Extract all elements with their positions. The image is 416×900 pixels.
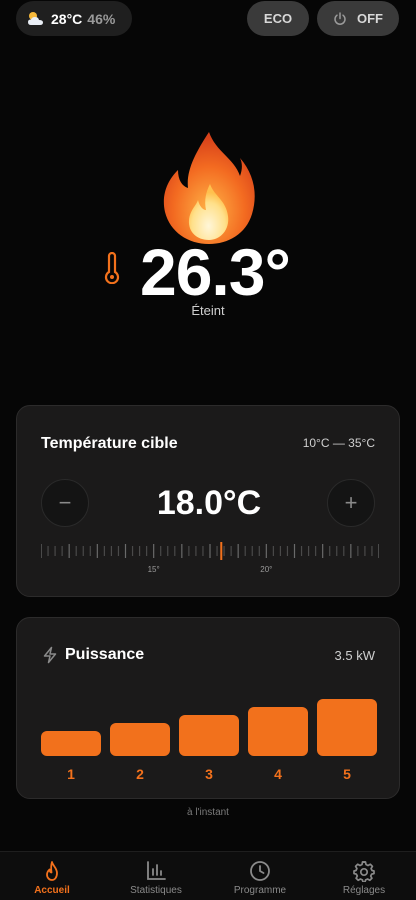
power-level-4[interactable]: 4 [248, 678, 308, 782]
power-bar-label: 3 [205, 766, 213, 782]
power-bar [179, 715, 239, 756]
power-level-2[interactable]: 2 [110, 678, 170, 782]
power-bar-label: 2 [136, 766, 144, 782]
nav-item-programme[interactable]: Programme [208, 852, 312, 900]
power-button[interactable]: OFF [317, 1, 399, 36]
power-level-3[interactable]: 3 [179, 678, 239, 782]
partly-cloudy-icon [28, 11, 43, 25]
gear-icon [353, 861, 375, 882]
weather-pill: 28°C 46% [16, 1, 132, 36]
bottom-nav: Accueil Statistiques Programme Réglages [0, 851, 416, 900]
temperature-slider[interactable]: 15° 20° [41, 540, 379, 574]
nav-item-accueil[interactable]: Accueil [0, 852, 104, 900]
bolt-icon [43, 646, 57, 664]
clock-icon [250, 861, 270, 881]
heater-status: Éteint [191, 303, 225, 318]
power-value: 3.5 kW [334, 648, 375, 663]
bar-chart-icon [147, 861, 166, 880]
scale-label: 15° [148, 565, 160, 574]
power-card-title: Puissance [65, 646, 145, 663]
nav-item-reglages[interactable]: Réglages [312, 852, 416, 900]
power-bar [41, 731, 101, 756]
nav-label: Programme [233, 885, 287, 896]
power-level-1[interactable]: 1 [41, 678, 101, 782]
power-icon [334, 11, 346, 25]
weather-humidity: 46% [87, 10, 116, 27]
power-bar [317, 699, 377, 756]
weather-temp: 28°C [51, 10, 83, 27]
target-card-title: Température cible [41, 435, 178, 452]
nav-label: Réglages [342, 885, 386, 896]
power-bar-label: 4 [274, 766, 282, 782]
increase-button[interactable]: + [327, 479, 375, 527]
flame-icon [163, 132, 255, 244]
nav-label: Statistiques [130, 885, 182, 896]
flame-icon [46, 861, 58, 881]
power-bar [110, 723, 170, 756]
power-bar [248, 707, 308, 756]
target-temperature-card: Température cible 10°C — 35°C − 18.0°C +… [16, 405, 400, 597]
power-bar-label: 5 [343, 766, 351, 782]
scale-label: 20° [260, 565, 272, 574]
last-updated: à l'instant [187, 807, 229, 818]
power-bar-label: 1 [67, 766, 75, 782]
target-range: 10°C — 35°C [302, 436, 375, 450]
nav-item-statistiques[interactable]: Statistiques [104, 852, 208, 900]
power-button-label: OFF [357, 11, 383, 26]
power-card: Puissance 3.5 kW 1 2 3 4 5 [16, 617, 400, 799]
eco-button[interactable]: ECO [247, 1, 309, 36]
nav-label: Accueil [34, 885, 70, 896]
thermometer-icon [104, 252, 120, 284]
power-level-5[interactable]: 5 [317, 678, 377, 782]
current-temperature: 26.3° [140, 235, 291, 309]
app-screen: 28°C 46% ECO OFF 26.3° Éteint Températur… [0, 0, 416, 900]
power-level-selector: 1 2 3 4 5 [41, 678, 377, 782]
